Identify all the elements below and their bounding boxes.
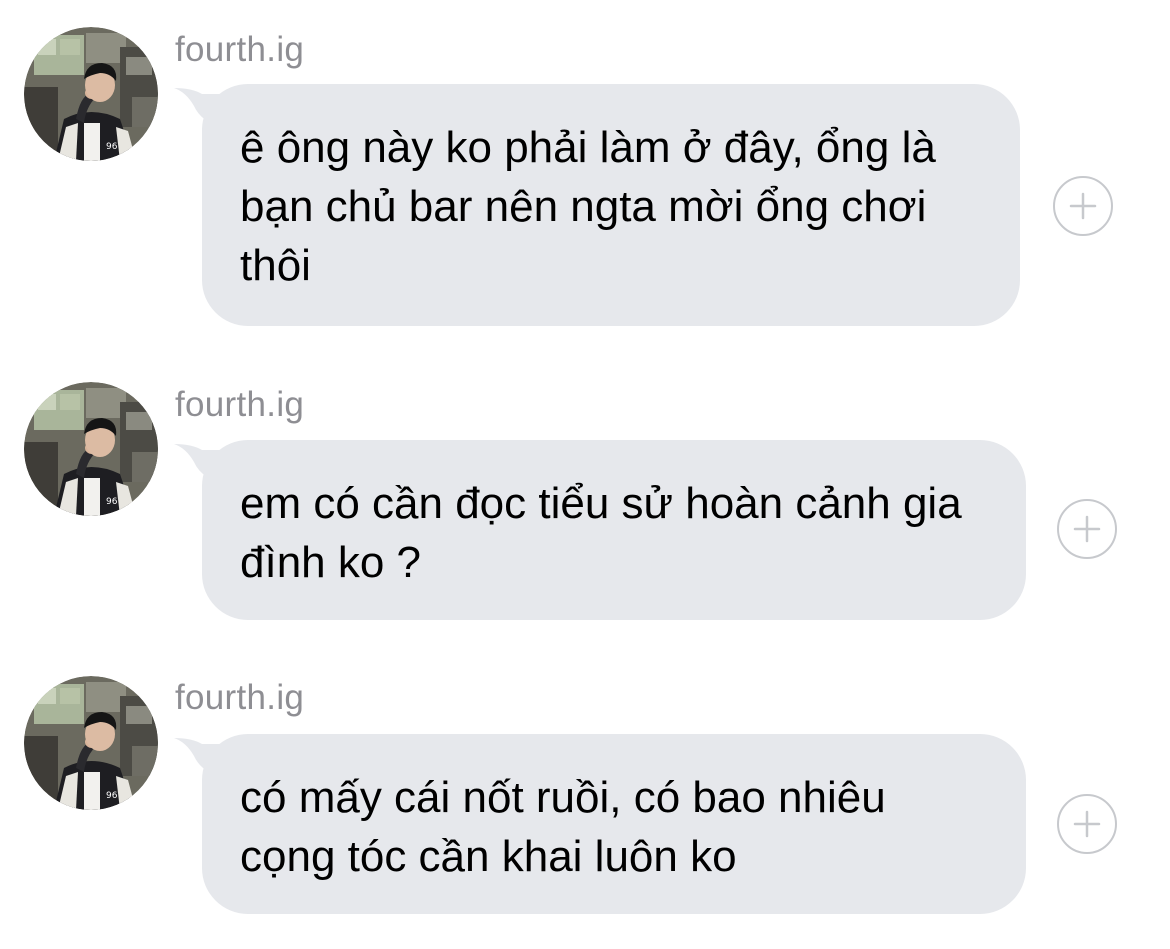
message-row: fourth.ig có mấy cái nốt ruồi, có bao nh…: [0, 0, 1170, 949]
plus-icon: [1073, 810, 1101, 838]
message-text: có mấy cái nốt ruồi, có bao nhiêu cọng t…: [240, 773, 886, 881]
profile-photo: [24, 676, 158, 810]
message-bubble[interactable]: có mấy cái nốt ruồi, có bao nhiêu cọng t…: [202, 734, 1026, 914]
add-reaction-button[interactable]: [1057, 794, 1117, 854]
sender-name[interactable]: fourth.ig: [175, 678, 304, 718]
avatar[interactable]: [24, 676, 158, 810]
